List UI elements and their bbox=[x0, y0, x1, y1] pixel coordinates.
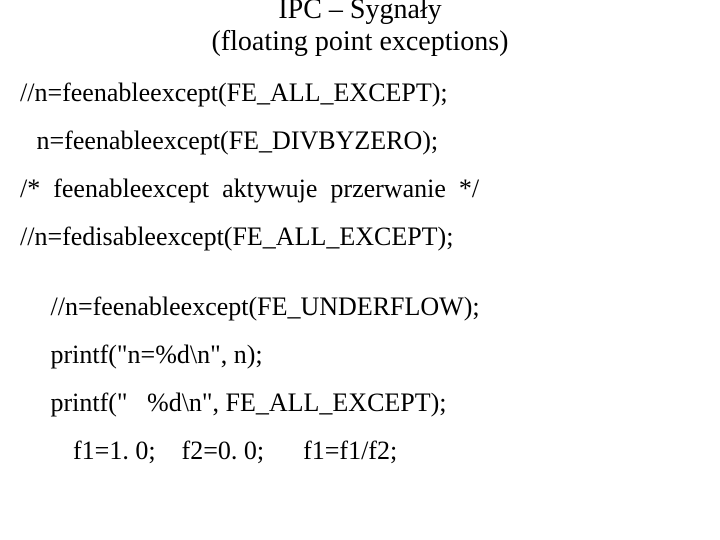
code-line: /* feenableexcept aktywuje przerwanie */ bbox=[20, 176, 720, 202]
code-line: printf("n=%d\n", n); bbox=[20, 342, 720, 368]
code-block: //n=feenableexcept(FE_ALL_EXCEPT); n=fee… bbox=[0, 80, 720, 464]
slide: IPC – Sygnały (floating point exceptions… bbox=[0, 0, 720, 534]
code-line: //n=feenableexcept(FE_UNDERFLOW); bbox=[20, 294, 720, 320]
title-line-2: (floating point exceptions) bbox=[0, 26, 720, 58]
code-line: //n=feenableexcept(FE_ALL_EXCEPT); bbox=[20, 80, 720, 106]
code-line: f1=1. 0; f2=0. 0; f1=f1/f2; bbox=[20, 438, 720, 464]
title-line-1: IPC – Sygnały bbox=[0, 0, 720, 26]
code-line: //n=fedisableexcept(FE_ALL_EXCEPT); bbox=[20, 224, 720, 250]
code-line: n=feenableexcept(FE_DIVBYZERO); bbox=[20, 128, 720, 154]
slide-title: IPC – Sygnały (floating point exceptions… bbox=[0, 0, 720, 58]
code-line: printf(" %d\n", FE_ALL_EXCEPT); bbox=[20, 390, 720, 416]
